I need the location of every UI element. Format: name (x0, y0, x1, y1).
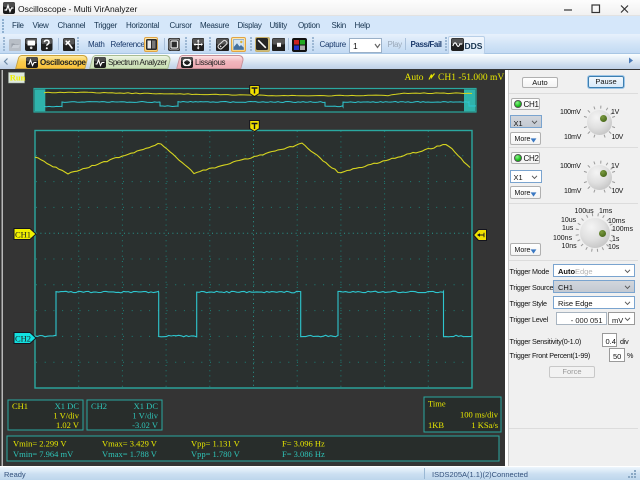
svg-text:Auto: Auto (405, 73, 424, 83)
svg-text:Vpp= 1.131 V: Vpp= 1.131 V (191, 439, 241, 449)
svg-text:CH1: CH1 (15, 230, 31, 240)
svg-text:1 KSa/s: 1 KSa/s (471, 420, 498, 430)
svg-text:CH2: CH2 (91, 401, 107, 411)
svg-text:F= 3.096 Hz: F= 3.096 Hz (282, 439, 325, 449)
svg-text:1 V/div: 1 V/div (132, 411, 158, 421)
svg-text:1 V/div: 1 V/div (53, 411, 79, 421)
svg-text:CH1 -51.000 mV: CH1 -51.000 mV (438, 73, 504, 83)
svg-text:Vmax= 1.788 V: Vmax= 1.788 V (102, 449, 158, 459)
svg-text:X1 DC: X1 DC (55, 401, 80, 411)
svg-text:Vmin= 2.299 V: Vmin= 2.299 V (13, 439, 67, 449)
svg-text:Vpp= 1.780 V: Vpp= 1.780 V (191, 449, 241, 459)
svg-text:-3.02 V: -3.02 V (132, 420, 159, 430)
svg-text:1KB: 1KB (428, 420, 444, 430)
svg-text:Run: Run (10, 73, 26, 83)
svg-text:CH1: CH1 (12, 401, 28, 411)
svg-text:Vmin= 7.964 mV: Vmin= 7.964 mV (13, 449, 74, 459)
svg-text:CH2: CH2 (15, 334, 31, 344)
svg-text:F= 3.086 Hz: F= 3.086 Hz (282, 449, 325, 459)
svg-text:X1 DC: X1 DC (134, 401, 159, 411)
svg-text:1.02 V: 1.02 V (56, 420, 80, 430)
svg-text:Vmax= 3.429 V: Vmax= 3.429 V (102, 439, 158, 449)
svg-text:100 ms/div: 100 ms/div (460, 410, 499, 420)
svg-text:Time: Time (428, 399, 446, 409)
